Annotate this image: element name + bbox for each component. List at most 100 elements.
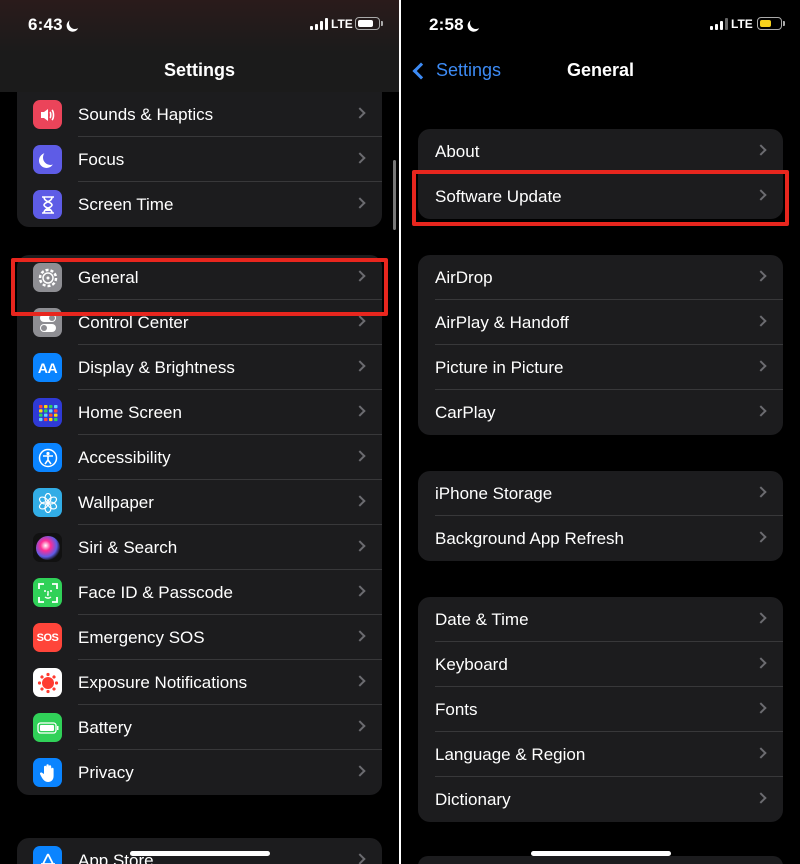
home-indicator[interactable] xyxy=(530,851,671,856)
chevron-right-icon xyxy=(354,675,366,687)
chevron-right-icon xyxy=(354,765,366,777)
status-bar: 6:43 LTE xyxy=(0,0,399,52)
row-label: Picture in Picture xyxy=(435,357,564,377)
row-label: Battery xyxy=(78,717,132,737)
chevron-right-icon xyxy=(354,450,366,462)
settings-row-emergency-sos[interactable]: SOS Emergency SOS xyxy=(17,615,382,660)
row-label: iPhone Storage xyxy=(435,483,553,503)
settings-row-accessibility[interactable]: Accessibility xyxy=(17,435,382,480)
settings-screen: 6:43 LTE Settings Sounds & Haptics Focus S… xyxy=(0,0,399,864)
siri-icon xyxy=(33,533,62,562)
chevron-right-icon xyxy=(755,747,767,759)
battery-icon xyxy=(33,713,62,742)
chevron-right-icon xyxy=(755,531,767,543)
settings-row-about[interactable]: About xyxy=(418,129,783,174)
row-label: Fonts xyxy=(435,699,478,719)
chevron-right-icon xyxy=(354,495,366,507)
text-size-icon: AA xyxy=(33,353,62,382)
network-label: LTE xyxy=(331,17,353,31)
scrollbar[interactable] xyxy=(393,160,396,230)
hand-icon xyxy=(33,758,62,787)
row-label: AirDrop xyxy=(435,267,493,287)
chevron-right-icon xyxy=(354,197,366,209)
row-label: Sounds & Haptics xyxy=(78,104,214,124)
settings-group: Sounds & Haptics Focus Screen Time xyxy=(17,92,382,227)
moon-icon xyxy=(468,16,483,31)
chevron-right-icon xyxy=(354,360,366,372)
row-label: Keyboard xyxy=(435,654,508,674)
chevron-right-icon xyxy=(755,702,767,714)
settings-row-home-screen[interactable]: Home Screen xyxy=(17,390,382,435)
moon-icon xyxy=(33,145,62,174)
nav-bar: Settings General xyxy=(401,52,800,92)
face-id-icon xyxy=(33,578,62,607)
chevron-right-icon xyxy=(354,405,366,417)
accessibility-icon xyxy=(33,443,62,472)
settings-row-picture-in-picture[interactable]: Picture in Picture xyxy=(418,345,783,390)
exposure-icon xyxy=(33,668,62,697)
highlight-general xyxy=(11,258,388,316)
app-store-icon xyxy=(33,846,62,864)
settings-row-keyboard[interactable]: Keyboard xyxy=(418,642,783,687)
speaker-icon xyxy=(33,100,62,129)
settings-row-date-time[interactable]: Date & Time xyxy=(418,597,783,642)
general-screen: 2:58 LTE Settings General About Software … xyxy=(401,0,800,864)
battery-icon xyxy=(355,17,383,30)
row-label: Siri & Search xyxy=(78,537,178,557)
row-label: Dictionary xyxy=(435,789,511,809)
status-time: 6:43 xyxy=(28,15,81,35)
highlight-software-update xyxy=(412,170,789,226)
chevron-right-icon xyxy=(755,612,767,624)
settings-row-iphone-storage[interactable]: iPhone Storage xyxy=(418,471,783,516)
row-label: CarPlay xyxy=(435,402,496,422)
settings-row-language-region[interactable]: Language & Region xyxy=(418,732,783,777)
settings-row-background-app-refresh[interactable]: Background App Refresh xyxy=(418,516,783,561)
status-time: 2:58 xyxy=(429,15,482,35)
network-label: LTE xyxy=(731,17,753,31)
sos-icon: SOS xyxy=(33,623,62,652)
row-label: Date & Time xyxy=(435,609,529,629)
settings-row-display-brightness[interactable]: AA Display & Brightness xyxy=(17,345,382,390)
signal-icon xyxy=(710,18,728,30)
chevron-right-icon xyxy=(755,270,767,282)
row-label: Emergency SOS xyxy=(78,627,205,647)
chevron-right-icon xyxy=(354,152,366,164)
settings-row-sounds-haptics[interactable]: Sounds & Haptics xyxy=(17,92,382,137)
settings-row-siri-search[interactable]: Siri & Search xyxy=(17,525,382,570)
battery-icon xyxy=(757,17,785,30)
chevron-right-icon xyxy=(354,585,366,597)
row-label: Accessibility xyxy=(78,447,171,467)
settings-row-focus[interactable]: Focus xyxy=(17,137,382,182)
row-label: Display & Brightness xyxy=(78,357,235,377)
app-grid-icon xyxy=(33,398,62,427)
settings-group xyxy=(418,856,783,864)
row-label: About xyxy=(435,141,480,161)
signal-icon xyxy=(310,18,328,30)
chevron-right-icon xyxy=(354,720,366,732)
settings-row-battery[interactable]: Battery xyxy=(17,705,382,750)
chevron-right-icon xyxy=(354,107,366,119)
chevron-right-icon xyxy=(354,540,366,552)
settings-row-airplay-handoff[interactable]: AirPlay & Handoff xyxy=(418,300,783,345)
chevron-right-icon xyxy=(755,144,767,156)
settings-row-exposure-notifications[interactable]: Exposure Notifications xyxy=(17,660,382,705)
row-label: AirPlay & Handoff xyxy=(435,312,569,332)
settings-row-screen-time[interactable]: Screen Time xyxy=(17,182,382,227)
settings-row-dictionary[interactable]: Dictionary xyxy=(418,777,783,822)
settings-row-airdrop[interactable]: AirDrop xyxy=(418,255,783,300)
row-label: Wallpaper xyxy=(78,492,154,512)
settings-row-privacy[interactable]: Privacy xyxy=(17,750,382,795)
row-label: Exposure Notifications xyxy=(78,672,248,692)
settings-row-wallpaper[interactable]: Wallpaper xyxy=(17,480,382,525)
home-indicator[interactable] xyxy=(129,851,270,856)
nav-bar: Settings xyxy=(0,52,399,92)
settings-row-fonts[interactable]: Fonts xyxy=(418,687,783,732)
row-label: Privacy xyxy=(78,762,134,782)
settings-row-face-id-passcode[interactable]: Face ID & Passcode xyxy=(17,570,382,615)
status-bar: 2:58 LTE xyxy=(401,0,800,52)
settings-row-carplay[interactable]: CarPlay xyxy=(418,390,783,435)
chevron-right-icon xyxy=(354,315,366,327)
row-label: Background App Refresh xyxy=(435,528,625,548)
row-label: Home Screen xyxy=(78,402,182,422)
page-title: Settings xyxy=(163,60,235,80)
